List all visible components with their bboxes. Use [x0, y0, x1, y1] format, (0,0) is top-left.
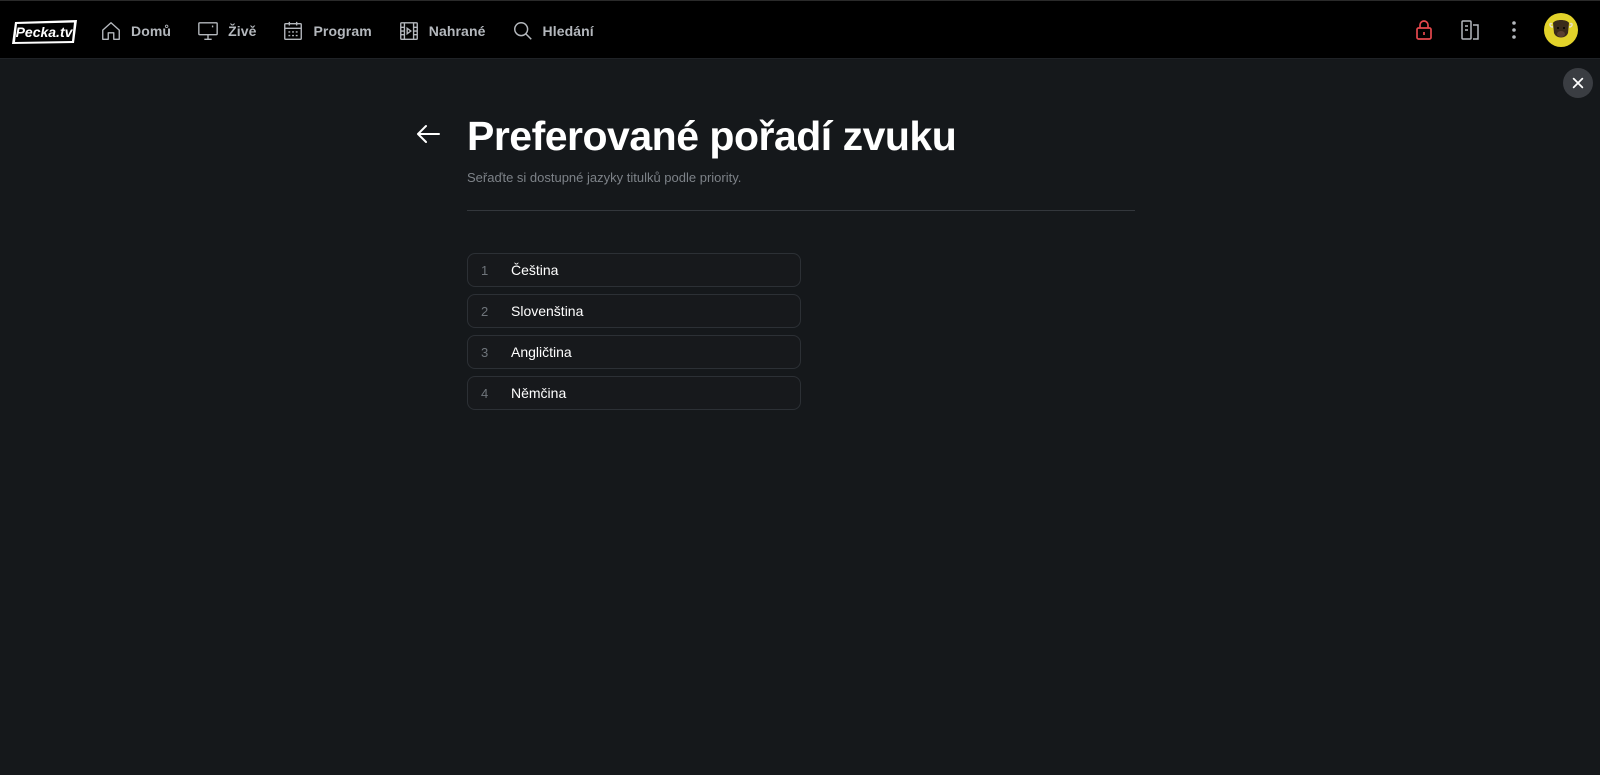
language-priority-list: 1 Čeština 2 Slovenština 3 Angličtina 4 N…	[467, 253, 801, 417]
main-nav: Domů Živě Program Nahrané Hledání	[100, 1, 620, 60]
nav-item-label: Nahrané	[428, 22, 486, 39]
nav-item-label: Hledání	[542, 22, 594, 39]
user-avatar[interactable]	[1544, 13, 1578, 47]
back-button[interactable]	[414, 120, 442, 148]
bison-avatar	[1549, 20, 1573, 38]
home-icon	[102, 21, 120, 40]
priority-number: 3	[481, 344, 489, 360]
svg-text:Pecka.tv: Pecka.tv	[16, 24, 74, 40]
calendar-icon	[284, 21, 303, 40]
priority-number: 4	[481, 385, 489, 401]
nav-item-program[interactable]: Program	[282, 1, 372, 60]
list-item[interactable]: 3 Angličtina	[467, 335, 801, 369]
nav-item-home[interactable]: Domů	[100, 1, 171, 60]
nav-item-label: Domů	[131, 22, 172, 39]
nav-item-label: Živě	[228, 22, 257, 39]
top-navigation-bar: Pecka.tv Domů Živě Program Nahrané Hledá…	[0, 0, 1600, 59]
pecka-tv-logo[interactable]: Pecka.tv	[11, 18, 79, 45]
language-name: Angličtina	[511, 344, 572, 360]
nav-item-live[interactable]: Živě	[197, 1, 256, 60]
nav-item-search[interactable]: Hledání	[512, 1, 594, 60]
language-name: Čeština	[511, 262, 559, 278]
list-item[interactable]: 1 Čeština	[467, 253, 801, 287]
nav-item-label: Program	[313, 22, 372, 39]
more-vertical-icon	[1512, 21, 1516, 39]
close-button[interactable]	[1563, 68, 1593, 98]
priority-number: 2	[481, 303, 489, 319]
language-name: Slovenština	[511, 303, 584, 319]
devices-button[interactable]	[1458, 18, 1482, 42]
search-icon	[513, 21, 532, 40]
list-item[interactable]: 2 Slovenština	[467, 294, 801, 328]
nav-item-recorded[interactable]: Nahrané	[398, 1, 486, 60]
monitor-icon	[198, 21, 218, 40]
arrow-left-icon	[417, 125, 440, 143]
close-icon	[1572, 77, 1584, 89]
more-menu-button[interactable]	[1502, 18, 1526, 42]
page-subtitle: Seřaďte si dostupné jazyky titulků podle…	[467, 170, 742, 185]
film-icon	[399, 21, 418, 40]
language-name: Němčina	[511, 385, 567, 401]
divider	[467, 210, 1135, 211]
page-title: Preferované pořadí zvuku	[467, 113, 957, 159]
list-item[interactable]: 4 Němčina	[467, 376, 801, 410]
priority-number: 1	[481, 262, 489, 278]
parental-lock-button[interactable]	[1412, 18, 1436, 42]
lock-icon	[1416, 20, 1432, 40]
devices-icon	[1461, 20, 1479, 40]
